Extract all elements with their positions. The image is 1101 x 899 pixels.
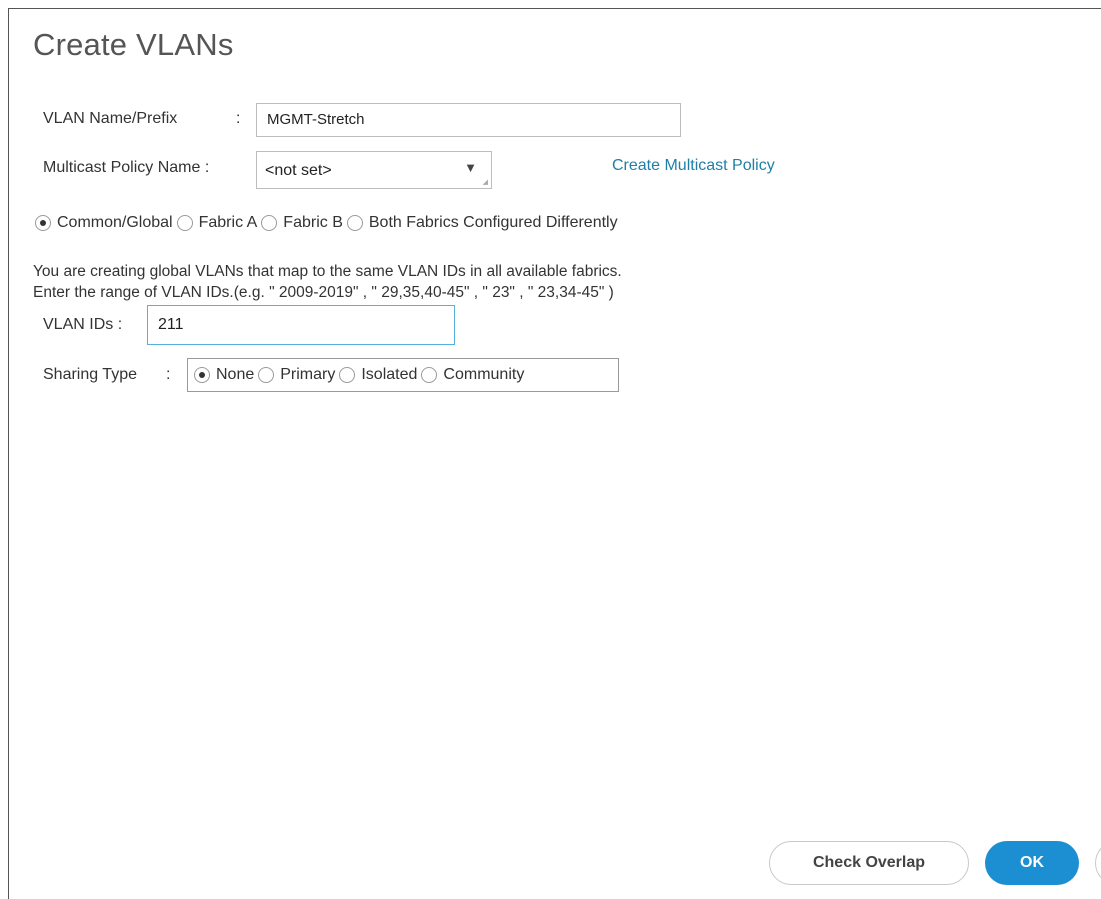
check-overlap-button[interactable]: Check Overlap (769, 841, 969, 885)
radio-fabric-a[interactable]: Fabric A (176, 214, 258, 232)
radio-button-icon[interactable] (258, 367, 275, 383)
vlan-name-colon: : (236, 110, 241, 127)
chevron-down-icon: ▼ (464, 160, 477, 175)
radio-sharing-community-label: Community (443, 366, 525, 383)
vlan-ids-label: VLAN IDs : (43, 316, 123, 333)
multicast-policy-select[interactable]: <not set> ▼ ◢ (256, 151, 492, 189)
radio-fabric-a-label: Fabric A (198, 214, 258, 231)
radio-sharing-none-label: None (216, 366, 255, 383)
radio-both-fabrics-label: Both Fabrics Configured Differently (368, 214, 618, 231)
create-vlans-dialog: Create VLANs VLAN Name/Prefix : MGMT-Str… (8, 8, 1101, 899)
multicast-policy-value: <not set> (265, 162, 332, 179)
radio-button-icon[interactable] (194, 367, 210, 383)
radio-common-global[interactable]: Common/Global (35, 214, 173, 232)
radio-button-icon[interactable] (261, 215, 278, 231)
cancel-button[interactable] (1095, 841, 1101, 885)
sharing-type-colon: : (166, 366, 171, 383)
radio-sharing-isolated-label: Isolated (361, 366, 418, 383)
ok-button[interactable]: OK (985, 841, 1079, 885)
radio-button-icon[interactable] (339, 367, 356, 383)
radio-button-icon[interactable] (346, 215, 363, 231)
radio-common-global-label: Common/Global (57, 214, 173, 231)
radio-button-icon[interactable] (35, 215, 51, 231)
radio-sharing-primary[interactable]: Primary (258, 366, 335, 384)
info-line-2: Enter the range of VLAN IDs.(e.g. " 2009… (33, 284, 614, 301)
vlan-name-label: VLAN Name/Prefix (43, 110, 178, 127)
radio-fabric-b[interactable]: Fabric B (261, 214, 343, 232)
fabric-radio-group: Common/Global Fabric A Fabric B Both Fab… (35, 214, 622, 232)
multicast-policy-label: Multicast Policy Name : (43, 159, 210, 176)
radio-button-icon[interactable] (176, 215, 193, 231)
radio-fabric-b-label: Fabric B (283, 214, 343, 231)
radio-sharing-primary-label: Primary (280, 366, 336, 383)
dialog-title: Create VLANs (33, 27, 234, 62)
radio-both-fabrics[interactable]: Both Fabrics Configured Differently (346, 214, 618, 232)
sharing-type-radio-group: None Primary Isolated Community (187, 358, 619, 392)
vlan-name-input[interactable]: MGMT-Stretch (256, 103, 681, 137)
vlan-info-text: You are creating global VLANs that map t… (33, 261, 622, 303)
resize-grip-icon: ◢ (482, 179, 488, 186)
info-line-1: You are creating global VLANs that map t… (33, 263, 622, 280)
sharing-type-label: Sharing Type (43, 366, 137, 383)
radio-sharing-none[interactable]: None (194, 366, 254, 384)
vlan-ids-input[interactable]: 211 (147, 305, 455, 345)
radio-sharing-isolated[interactable]: Isolated (339, 366, 417, 384)
create-multicast-policy-link[interactable]: Create Multicast Policy (612, 157, 775, 175)
radio-sharing-community[interactable]: Community (421, 366, 524, 384)
radio-button-icon[interactable] (421, 367, 438, 383)
